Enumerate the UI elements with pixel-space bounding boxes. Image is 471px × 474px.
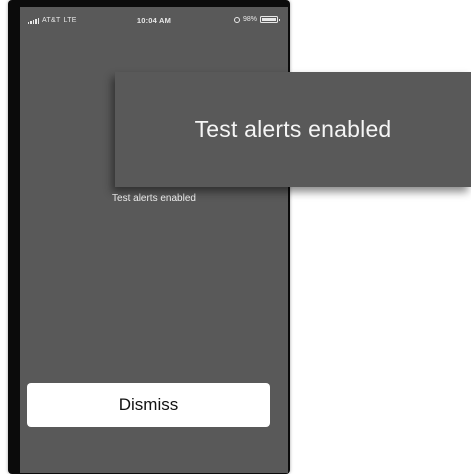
battery-cap (278, 18, 280, 21)
status-bar-right: 98% (233, 16, 280, 23)
battery-percentage: 98% (242, 16, 257, 23)
battery-fill (262, 18, 276, 21)
zoom-callout: Test alerts enabled (115, 72, 471, 187)
rotation-lock-icon (233, 16, 240, 23)
status-bar: AT&T LTE 10:04 AM 98% (20, 7, 288, 29)
alert-message: Test alerts enabled (112, 193, 196, 204)
zoom-callout-text: Test alerts enabled (194, 116, 392, 142)
screenshot-canvas: AT&T LTE 10:04 AM 98% Test alerts enable… (0, 0, 471, 474)
battery-icon (260, 16, 280, 23)
dismiss-button[interactable]: Dismiss (27, 383, 270, 427)
